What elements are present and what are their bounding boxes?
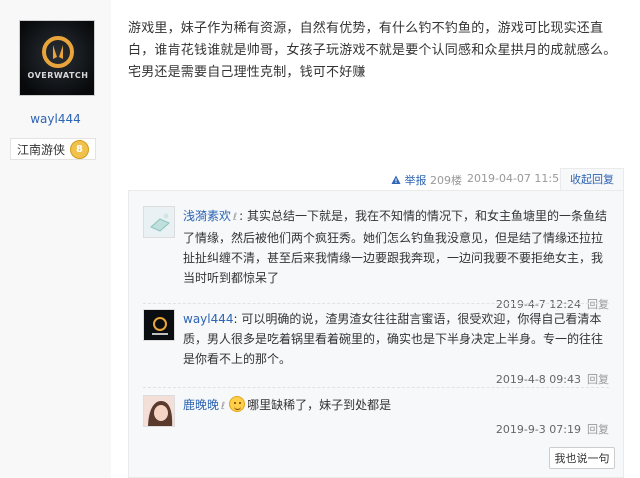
reply-meta: 2019-9-3 07:19 回复	[496, 421, 609, 437]
avatar-placeholder-icon	[144, 207, 174, 237]
reply-time: 2019-4-8 09:43	[495, 373, 581, 386]
author-avatar[interactable]: OVERWATCH	[19, 20, 95, 96]
post-time: 2019-04-07 11:56	[467, 172, 567, 185]
reply-divider	[143, 387, 609, 388]
reply-button[interactable]: 回复	[587, 423, 609, 436]
reply-list: 浅漪素欢 ℓ: 其实总结一下就是，我在不知情的情况下，和女主鱼塘里的一条鱼结了情缘…	[128, 190, 624, 478]
reply-time: 2019-9-3 07:19	[495, 423, 581, 436]
reply-divider	[143, 303, 609, 304]
reply-username[interactable]: 鹿晚晚	[183, 398, 219, 412]
post-content: 游戏里，妹子作为稀有资源，自然有优势，有什么钓不钓鱼的，游戏可比现实还直白，谁肯…	[128, 21, 617, 80]
post-tail: 举报 209楼 2019-04-07 11:56 收起回复	[128, 168, 624, 190]
author-username[interactable]: wayl444	[0, 112, 111, 126]
report-link[interactable]: 举报	[391, 172, 427, 188]
reply-avatar[interactable]	[143, 309, 175, 341]
reply-button[interactable]: 回复	[587, 373, 609, 386]
user-mark-icon: ℓ	[221, 401, 226, 412]
reply-text: 哪里缺稀了，妹子到处都是	[247, 398, 392, 412]
level-title: 江南游侠	[17, 142, 66, 157]
add-reply-button[interactable]: 我也说一句	[549, 447, 615, 469]
reply-meta: 2019-4-8 09:43 回复	[496, 371, 609, 387]
overwatch-logo-icon	[144, 310, 174, 340]
author-sidebar: OVERWATCH wayl444 江南游侠 8	[0, 0, 111, 478]
level-num-icon: 8	[70, 140, 89, 159]
floor-number: 209楼	[430, 174, 462, 187]
report-icon	[391, 175, 401, 184]
reply-username[interactable]: 浅漪素欢	[183, 209, 231, 223]
reply-avatar[interactable]	[143, 206, 175, 238]
reply-username[interactable]: wayl444	[183, 312, 234, 326]
person-avatar-icon	[144, 396, 174, 426]
collapse-replies-button[interactable]: 收起回复	[560, 168, 624, 190]
report-label: 举报	[404, 174, 427, 187]
overwatch-logo-icon: OVERWATCH	[20, 21, 94, 95]
reply-avatar[interactable]	[143, 395, 175, 427]
reply-text: : 可以明确的说，渣男渣女往往甜言蜜语，很受欢迎，你得自己看清本质，男人很多是吃…	[183, 312, 604, 366]
user-mark-icon: ℓ	[233, 212, 238, 223]
smile-emoji-icon	[229, 396, 246, 412]
reply-text: : 其实总结一下就是，我在不知情的情况下，和女主鱼塘里的一条鱼结了情缘，然后被他…	[183, 209, 608, 285]
level-badge[interactable]: 江南游侠 8	[10, 138, 96, 160]
avatar-logo-text: OVERWATCH	[28, 71, 89, 80]
